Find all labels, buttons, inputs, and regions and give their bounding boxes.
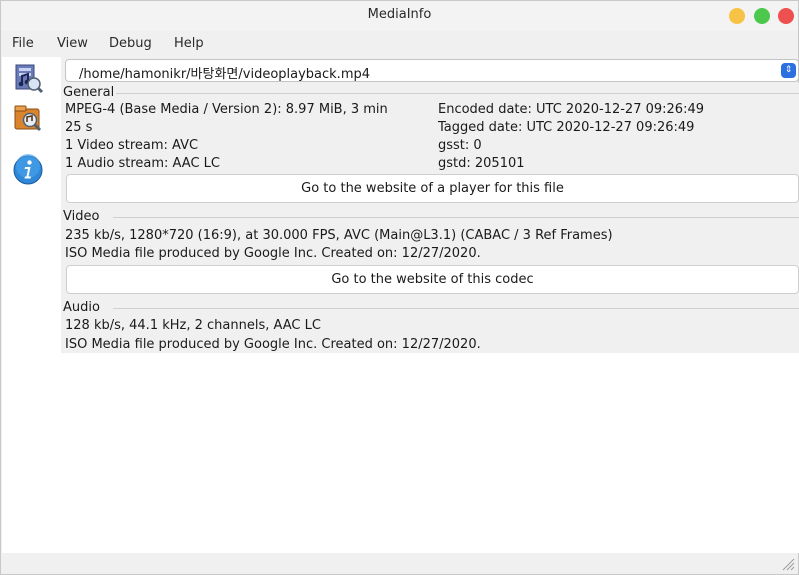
tagged-date: Tagged date: UTC 2020-12-27 09:26:49: [438, 120, 695, 135]
maximize-button[interactable]: [754, 8, 770, 24]
video-summary: 235 kb/s, 1280*720 (16:9), at 30.000 FPS…: [65, 228, 613, 243]
general-format: MPEG-4 (Base Media / Version 2): 8.97 Mi…: [65, 102, 388, 117]
audio-divider: [113, 308, 799, 309]
minimize-button[interactable]: [729, 8, 745, 24]
tree-view-icon[interactable]: [11, 100, 45, 134]
resize-grip-icon[interactable]: [779, 555, 795, 571]
sheet-view-icon[interactable]: [11, 61, 45, 95]
menubar: File View Debug Help: [1, 33, 798, 55]
audio-label: Audio: [63, 300, 102, 315]
video-encoder-info: ISO Media file produced by Google Inc. C…: [65, 246, 481, 261]
menu-view[interactable]: View: [57, 36, 88, 51]
gstd-value: gstd: 205101: [438, 156, 525, 171]
info-icon[interactable]: [11, 153, 45, 187]
gsst-value: gsst: 0: [438, 138, 482, 153]
close-button[interactable]: [778, 8, 794, 24]
titlebar: MediaInfo: [1, 1, 798, 31]
menu-file[interactable]: File: [12, 36, 34, 51]
player-website-button[interactable]: Go to the website of a player for this f…: [66, 174, 799, 203]
file-path: /home/hamonikr/바탕화면/videoplayback.mp4: [79, 67, 371, 82]
general-label: General: [63, 85, 117, 100]
view-sidebar: [2, 57, 61, 553]
menu-debug[interactable]: Debug: [109, 36, 152, 51]
audio-encoder-info: ISO Media file produced by Google Inc. C…: [65, 337, 481, 352]
audio-summary: 128 kb/s, 44.1 kHz, 2 channels, AAC LC: [65, 318, 321, 333]
chevron-updown-icon[interactable]: ⇕: [781, 63, 796, 78]
video-label: Video: [63, 209, 102, 224]
empty-area: [61, 353, 799, 553]
file-selector[interactable]: /home/hamonikr/바탕화면/videoplayback.mp4 ⇕: [65, 59, 799, 82]
general-video-stream: 1 Video stream: AVC: [65, 138, 199, 153]
general-divider: [113, 93, 799, 94]
window-title: MediaInfo: [367, 7, 432, 22]
codec-website-button[interactable]: Go to the website of this codec: [66, 265, 799, 294]
encoded-date: Encoded date: UTC 2020-12-27 09:26:49: [438, 102, 704, 117]
video-divider: [113, 217, 799, 218]
general-audio-stream: 1 Audio stream: AAC LC: [65, 156, 221, 171]
menu-help[interactable]: Help: [174, 36, 204, 51]
mediainfo-window: MediaInfo File View Debug Help /home/ham…: [0, 0, 799, 575]
general-duration: 25 s: [65, 120, 93, 135]
